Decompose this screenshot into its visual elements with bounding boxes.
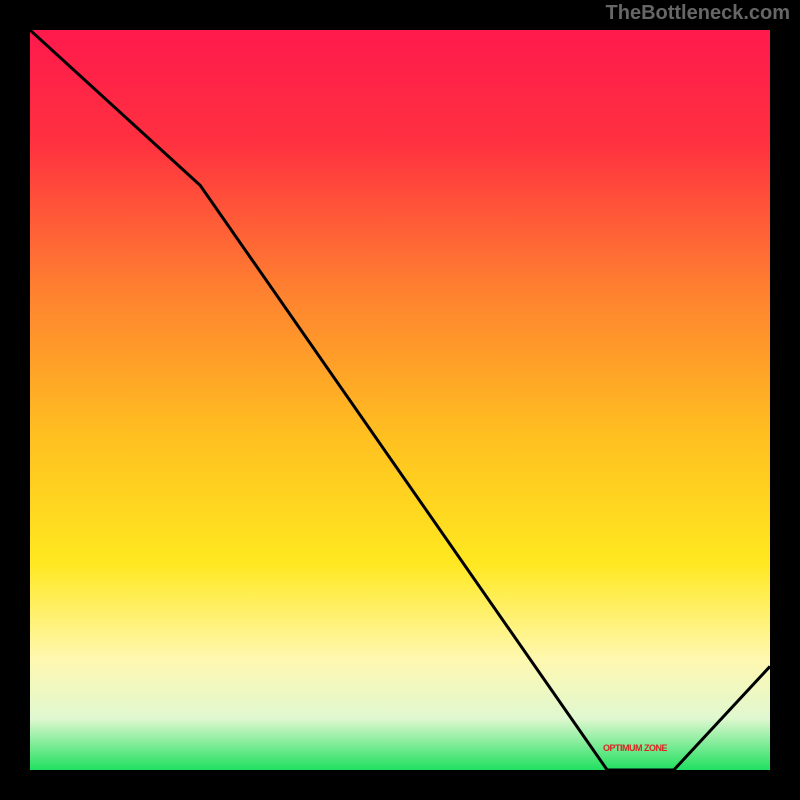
data-line: [30, 30, 770, 770]
optimum-zone-label: OPTIMUM ZONE: [603, 743, 667, 753]
attribution-text: TheBottleneck.com: [606, 2, 790, 25]
chart-area: OPTIMUM ZONE: [30, 30, 770, 770]
line-chart: [30, 30, 770, 770]
